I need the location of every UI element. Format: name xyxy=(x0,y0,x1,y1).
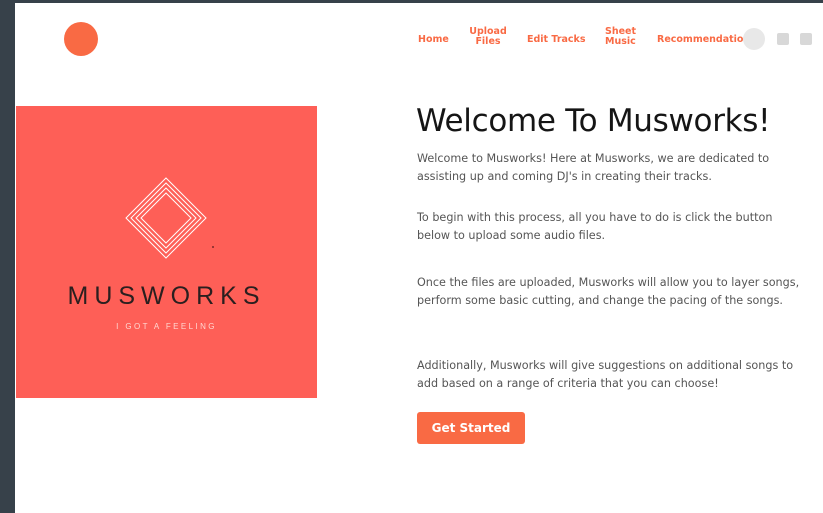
hero-image: MUSWORKS I GOT A FEELING xyxy=(16,106,317,398)
circle-logo-icon[interactable] xyxy=(64,22,98,56)
page: Home Upload Files Edit Tracks Sheet Musi… xyxy=(15,3,823,513)
instructions-paragraph: To begin with this process, all you have… xyxy=(417,211,773,242)
page-title: Welcome To Musworks! xyxy=(416,103,771,139)
square-icon[interactable] xyxy=(777,33,789,45)
nav-sheet-music[interactable]: Sheet Music xyxy=(605,27,636,47)
nav-upload-files[interactable]: Upload Files xyxy=(469,27,507,47)
intro-paragraph: Welcome to Musworks! Here at Musworks, w… xyxy=(417,152,770,183)
nav-edit-tracks[interactable]: Edit Tracks xyxy=(527,35,586,45)
brand-name: MUSWORKS xyxy=(67,282,266,310)
suggestions-paragraph: Additionally, Musworks will give suggest… xyxy=(417,359,794,390)
square-icon[interactable] xyxy=(800,33,812,45)
nav-recommendations[interactable]: Recommendations xyxy=(657,35,756,45)
brand-tagline: I GOT A FEELING xyxy=(116,322,217,331)
nav-home[interactable]: Home xyxy=(418,35,449,45)
diamond-icon xyxy=(125,177,214,259)
avatar-icon[interactable] xyxy=(743,28,765,50)
features-paragraph: Once the files are uploaded, Musworks wi… xyxy=(417,276,800,307)
get-started-button[interactable]: Get Started xyxy=(417,412,525,444)
